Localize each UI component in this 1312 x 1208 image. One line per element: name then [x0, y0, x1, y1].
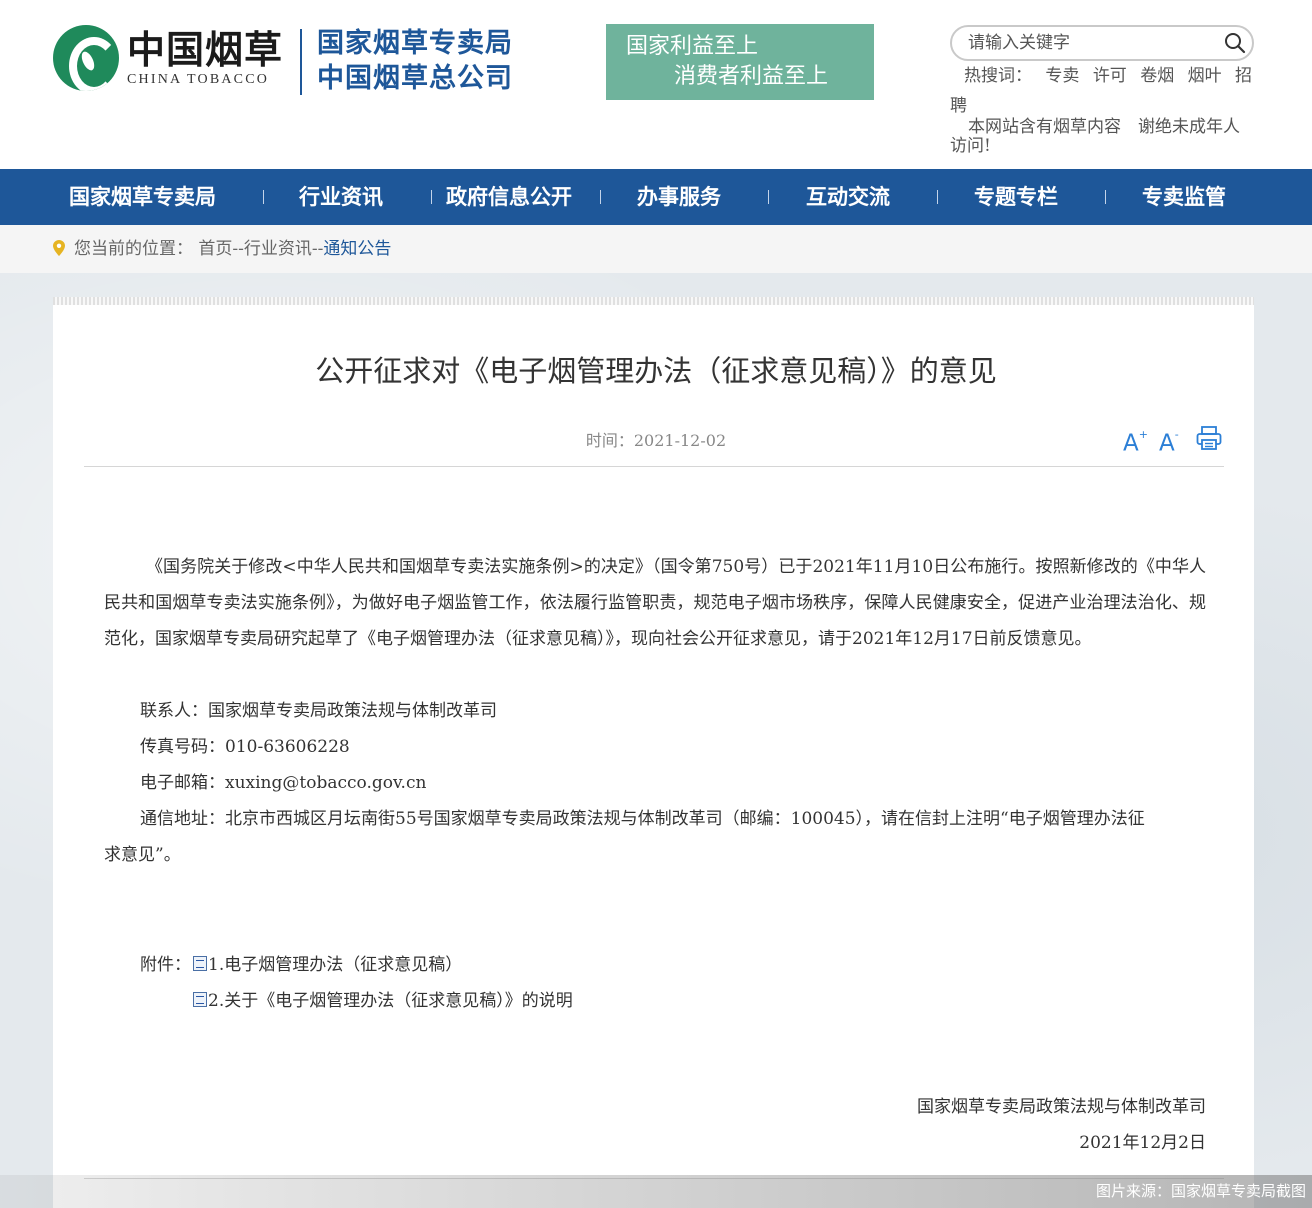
hot-keyword[interactable]: 卷烟 — [1140, 66, 1174, 86]
breadcrumb-sep: -- — [232, 239, 244, 259]
nav-item-special-topics[interactable]: 专题专栏 — [974, 169, 1058, 225]
breadcrumb: 您当前的位置： 首页--行业资讯--通知公告 — [0, 225, 1312, 273]
nav-item-industry-news[interactable]: 行业资讯 — [299, 169, 383, 225]
hot-keyword[interactable]: 烟叶 — [1188, 66, 1222, 86]
search-box — [950, 25, 1254, 61]
breadcrumb-section[interactable]: 行业资讯 — [244, 239, 312, 259]
breadcrumb-sep: -- — [311, 239, 324, 259]
org-name-company: 中国烟草总公司 — [317, 63, 513, 94]
hot-keyword[interactable]: 许可 — [1093, 66, 1127, 86]
nav-item-bureau[interactable]: 国家烟草专卖局 — [69, 169, 216, 225]
article-title: 公开征求对《电子烟管理办法（征求意见稿）》的意见 — [315, 354, 997, 388]
fax-line: 传真号码：010-63606228 — [140, 737, 350, 757]
nav-separator — [937, 190, 938, 204]
address-line: 通信地址：北京市西城区月坛南街55号国家烟草专卖局政策法规与体制改革司（邮编：1… — [140, 809, 1145, 829]
contact-line: 联系人：国家烟草专卖局政策法规与体制改革司 — [140, 701, 497, 721]
nav-separator — [431, 190, 432, 204]
china-tobacco-logo-icon[interactable] — [53, 25, 119, 91]
hot-keyword[interactable]: 专卖 — [1045, 66, 1079, 86]
address-line-cont: 求意见”。 — [104, 845, 181, 865]
breadcrumb-home[interactable]: 首页 — [198, 239, 232, 259]
article-body-paragraph: 《国务院关于修改<中华人民共和国烟草专卖法实施条例>的决定》（国令第750号）已… — [104, 557, 1206, 649]
nav-item-supervision[interactable]: 专卖监管 — [1142, 169, 1226, 225]
title-divider — [84, 466, 1224, 467]
hot-keyword[interactable]: 聘 — [950, 94, 990, 118]
search-input[interactable] — [968, 31, 1218, 55]
font-decrease-button[interactable]: A- — [1159, 424, 1179, 459]
attachment-link[interactable]: 1.电子烟管理办法（征求意见稿） — [193, 947, 462, 983]
nav-separator — [1105, 190, 1106, 204]
slogan-line-2: 消费者利益至上 — [674, 64, 829, 89]
minor-access-notice: 本网站含有烟草内容 谢绝未成年人访问! — [950, 117, 1240, 156]
signature-department: 国家烟草专卖局政策法规与体制改革司 — [917, 1097, 1206, 1117]
date-label: 时间： — [585, 431, 634, 450]
print-icon[interactable] — [1196, 426, 1222, 450]
email-line: 电子邮箱：xuxing@tobacco.gov.cn — [140, 773, 427, 793]
document-icon — [193, 992, 207, 1007]
nav-item-interaction[interactable]: 互动交流 — [806, 169, 890, 225]
breadcrumb-current[interactable]: 通知公告 — [323, 239, 391, 259]
nav-separator — [768, 190, 769, 204]
hot-keyword[interactable]: 招 — [1235, 66, 1252, 86]
search-icon[interactable] — [1224, 32, 1246, 54]
logo-text-en[interactable]: CHINA TOBACCO — [127, 71, 287, 89]
card-top-border — [53, 297, 1254, 305]
slogan-line-1: 国家利益至上 — [626, 34, 759, 59]
logo-text-cn[interactable]: 中国烟草 — [127, 28, 287, 72]
breadcrumb-text: 您当前的位置： 首页--行业资讯--通知公告 — [74, 237, 391, 261]
signature-date: 2021年12月2日 — [1079, 1133, 1206, 1153]
attachment-link[interactable]: 2.关于《电子烟管理办法（征求意见稿）》的说明 — [193, 983, 573, 1019]
image-credit: 图片来源：国家烟草专卖局截图 — [1095, 1182, 1306, 1200]
site-header: 中国烟草 CHINA TOBACCO 国家烟草专卖局 中国烟草总公司 国家利益至… — [0, 0, 1312, 169]
font-increase-button[interactable]: A+ — [1123, 424, 1148, 459]
attachment-title[interactable]: 2.关于《电子烟管理办法（征求意见稿）》的说明 — [208, 991, 573, 1011]
date-value: 2021-12-02 — [633, 431, 727, 450]
document-icon — [193, 956, 207, 971]
nav-separator — [263, 190, 264, 204]
nav-item-gov-info[interactable]: 政府信息公开 — [446, 169, 572, 225]
logo-divider — [300, 29, 302, 95]
org-name-bureau: 国家烟草专卖局 — [317, 28, 513, 59]
attachment-title[interactable]: 1.电子烟管理办法（征求意见稿） — [208, 955, 462, 975]
nav-item-services[interactable]: 办事服务 — [637, 169, 721, 225]
nav-separator — [600, 190, 601, 204]
breadcrumb-prefix: 您当前的位置： — [74, 239, 193, 259]
article-date: 时间：2021-12-02 — [0, 430, 1312, 452]
hot-search-label: 热搜词： — [964, 66, 1032, 86]
attachments-label: 附件： — [140, 955, 191, 975]
location-pin-icon — [53, 240, 65, 256]
slogan-banner: 国家利益至上 消费者利益至上 — [606, 24, 874, 100]
main-nav: 国家烟草专卖局 行业资讯 政府信息公开 办事服务 互动交流 专题专栏 专卖监管 — [0, 169, 1312, 225]
hot-search-row: 热搜词： 专卖 许可 卷烟 烟叶 招 — [964, 64, 1254, 88]
